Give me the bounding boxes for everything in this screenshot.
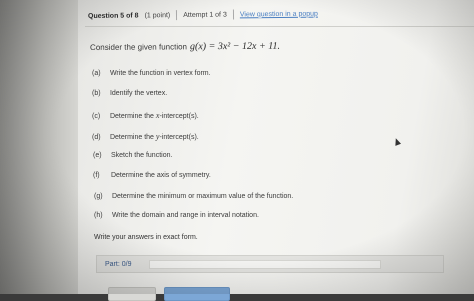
header-divider	[85, 26, 474, 27]
item-label: (f)	[93, 172, 100, 179]
question-points: (1 point)	[144, 11, 171, 19]
list-item: (a) Write the function in vertex form.	[92, 70, 211, 77]
item-text: Identify the vertex.	[109, 90, 168, 97]
attempt-counter: Attempt 1 of 3	[183, 11, 227, 19]
secondary-button[interactable]	[108, 287, 156, 301]
list-item: (b) Identify the vertex.	[92, 90, 167, 97]
list-item: (g) Determine the minimum or maximum val…	[94, 193, 293, 200]
function-expression: g(x) = 3x² − 12x + 11.	[189, 40, 281, 53]
list-item: (e) Sketch the function.	[93, 152, 172, 159]
primary-button[interactable]	[164, 287, 230, 301]
screen: Question 5 of 8 (1 point) Attempt 1 of 3…	[0, 0, 474, 301]
item-text-post: -intercept(s).	[159, 134, 199, 141]
list-item: (h) Write the domain and range in interv…	[94, 212, 259, 219]
item-label: (a)	[92, 70, 101, 77]
item-text-pre: Determine the	[109, 113, 154, 120]
part-counter: Part: 0/9	[105, 260, 132, 268]
item-label: (c)	[92, 113, 101, 120]
left-margin	[0, 0, 78, 294]
header-separator	[176, 10, 178, 21]
prompt-text: Consider the given function	[90, 42, 188, 52]
progress-track	[149, 259, 381, 269]
header-separator	[232, 9, 234, 20]
item-text-post: -intercept(s).	[159, 113, 199, 120]
list-item: (c) Determine the x-intercept(s).	[92, 111, 199, 120]
item-label: (e)	[93, 152, 102, 159]
view-in-popup-link[interactable]: View question in a popup	[240, 10, 318, 18]
item-text: Write the function in vertex form.	[109, 70, 211, 77]
item-text: Determine the axis of symmetry.	[110, 172, 211, 179]
item-text: Write the domain and range in interval n…	[111, 212, 259, 219]
item-label: (b)	[92, 90, 101, 97]
list-item: (d) Determine the y-intercept(s).	[92, 132, 199, 141]
question-number: Question 5 of 8	[87, 11, 139, 20]
item-label: (g)	[94, 193, 103, 200]
item-label: (h)	[94, 212, 103, 219]
item-text: Sketch the function.	[110, 152, 173, 159]
answer-instruction: Write your answers in exact form.	[94, 234, 198, 241]
question-body: Consider the given function g(x) = 3x² −…	[90, 39, 460, 56]
item-label: (d)	[92, 134, 101, 141]
list-item: (f) Determine the axis of symmetry.	[93, 172, 211, 179]
item-text: Determine the minimum or maximum value o…	[111, 193, 294, 200]
question-prompt: Consider the given function g(x) = 3x² −…	[90, 39, 460, 56]
item-text-pre: Determine the	[109, 134, 154, 141]
part-progress-bar: Part: 0/9	[96, 255, 444, 273]
